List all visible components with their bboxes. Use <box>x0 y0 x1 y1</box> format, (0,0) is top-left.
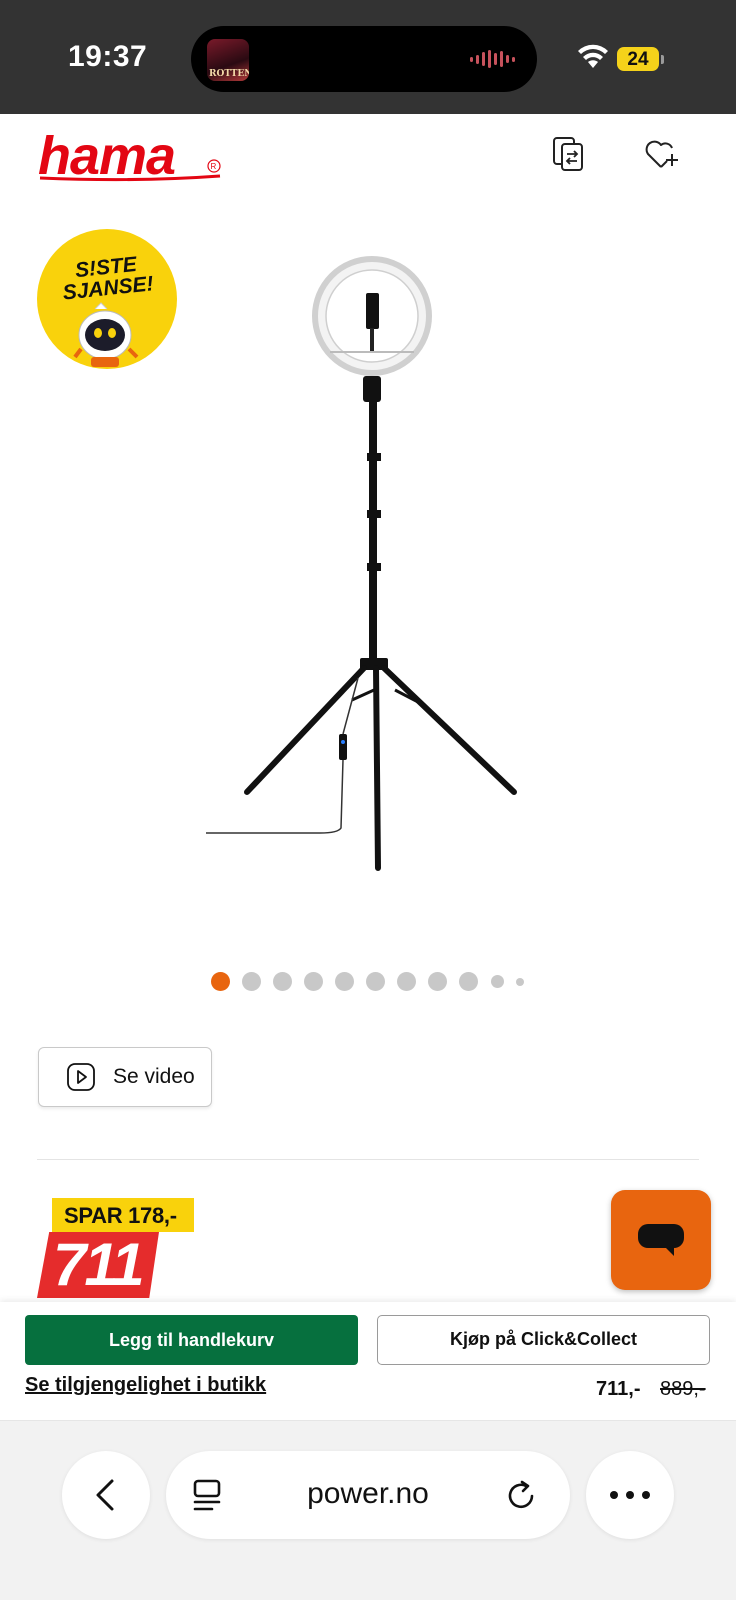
brand-text: hama <box>38 126 175 186</box>
gallery-dot[interactable] <box>397 972 416 991</box>
address-bar[interactable]: power.no <box>166 1451 570 1539</box>
robot-mascot-icon <box>73 302 139 367</box>
gallery-dot[interactable] <box>242 972 261 991</box>
gallery-dot-active[interactable] <box>211 972 230 991</box>
gallery-dot[interactable] <box>516 978 524 986</box>
chat-bubble-icon <box>638 1224 684 1256</box>
compare-icon[interactable] <box>549 134 589 174</box>
section-divider <box>37 1159 699 1160</box>
video-button-label: Se video <box>113 1065 195 1088</box>
reload-icon[interactable] <box>504 1479 538 1513</box>
click-collect-button[interactable]: Kjøp på Click&Collect <box>377 1315 710 1365</box>
gallery-dot[interactable] <box>335 972 354 991</box>
last-chance-badge: S!STE SJANSE! <box>37 229 177 369</box>
wishlist-add-icon[interactable] <box>641 134 681 174</box>
audio-waveform-icon <box>470 50 515 68</box>
gallery-dot[interactable] <box>459 972 478 991</box>
status-bar: 19:37 ROTTEN 24 <box>0 0 736 114</box>
sticky-cart-bar: Legg til handlekurv Kjøp på Click&Collec… <box>0 1302 736 1421</box>
gallery-dot[interactable] <box>304 972 323 991</box>
gallery-dot[interactable] <box>428 972 447 991</box>
svg-text:R: R <box>211 162 217 171</box>
price-tag: 711 <box>37 1232 159 1298</box>
back-button[interactable] <box>62 1451 150 1539</box>
gallery-dot[interactable] <box>366 972 385 991</box>
now-playing-artwork: ROTTEN <box>207 39 249 81</box>
big-price: 711 <box>53 1231 145 1298</box>
current-price: 711,- <box>596 1378 641 1400</box>
savings-label: SPAR 178,- <box>64 1203 177 1228</box>
more-button[interactable] <box>586 1451 674 1539</box>
more-dots-icon <box>610 1491 650 1499</box>
chat-button[interactable] <box>611 1190 711 1290</box>
store-availability-link[interactable]: Se tilgjengelighet i butikk <box>25 1374 266 1397</box>
play-icon <box>67 1063 95 1091</box>
battery-cap <box>661 55 664 64</box>
add-to-cart-button[interactable]: Legg til handlekurv <box>25 1315 358 1365</box>
gallery-dots <box>0 972 736 996</box>
battery-level: 24 <box>627 49 649 70</box>
hama-logo[interactable]: hama R <box>38 126 238 188</box>
gallery-dot[interactable] <box>273 972 292 991</box>
dynamic-island[interactable]: ROTTEN <box>191 26 537 92</box>
wifi-icon <box>578 44 608 68</box>
browser-toolbar: power.no <box>0 1421 736 1600</box>
product-image[interactable] <box>200 248 540 898</box>
savings-tag: SPAR 178,- <box>52 1198 194 1232</box>
status-time: 19:37 <box>68 40 148 73</box>
chevron-left-icon <box>96 1479 114 1511</box>
gallery-dot[interactable] <box>491 975 504 988</box>
battery-icon: 24 <box>617 47 659 71</box>
video-button[interactable]: Se video <box>38 1047 212 1107</box>
original-price: 889,- <box>660 1378 706 1400</box>
now-playing-art-text: ROTTEN <box>209 69 249 79</box>
